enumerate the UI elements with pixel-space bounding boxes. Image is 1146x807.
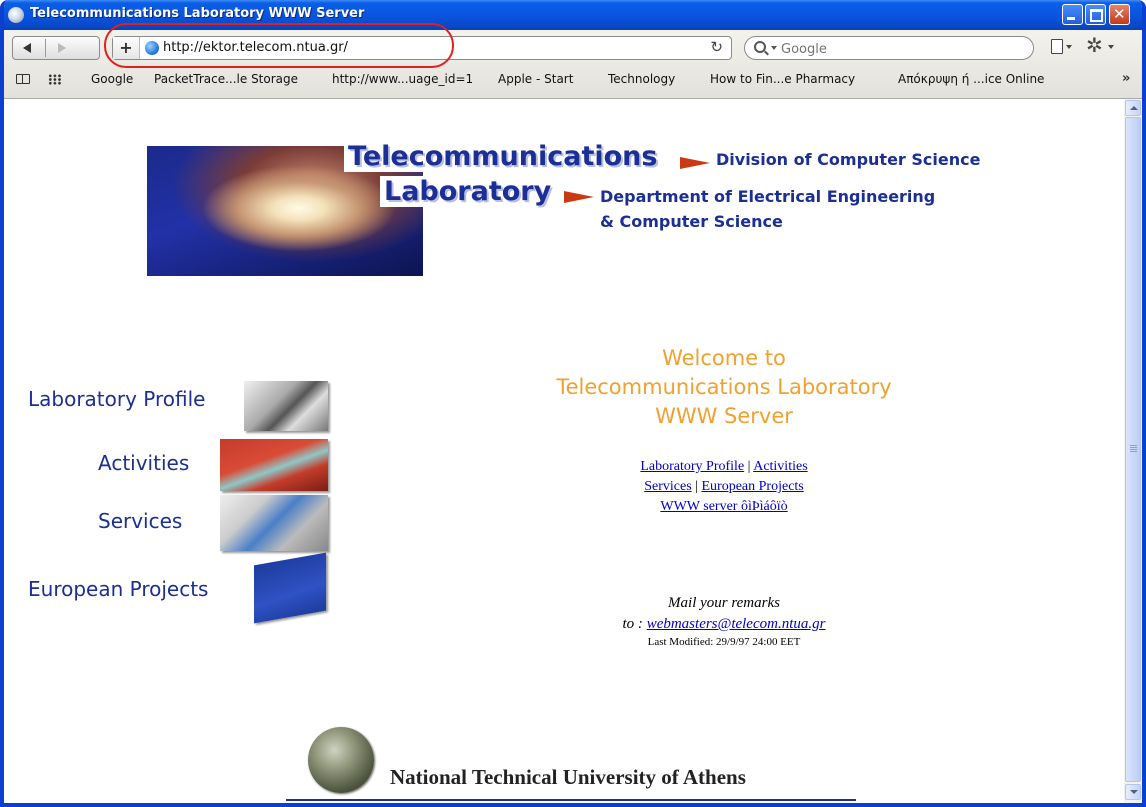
- link-laboratory-profile[interactable]: Laboratory Profile: [640, 459, 744, 474]
- maximize-button[interactable]: [1085, 4, 1106, 25]
- bookmark-item[interactable]: Technology: [608, 72, 675, 86]
- nav-button-group: [12, 36, 100, 60]
- scroll-down-button[interactable]: [1125, 784, 1141, 800]
- mail-line1: Mail your remarks: [668, 595, 780, 611]
- search-input[interactable]: [779, 39, 1023, 59]
- forward-button[interactable]: [58, 43, 66, 53]
- bookmark-item[interactable]: How to Fin...e Pharmacy: [710, 72, 855, 86]
- scrollbar-grip-icon: [1130, 445, 1137, 453]
- title-bar: Telecommunications Laboratory WWW Server…: [4, 0, 1142, 30]
- url-text[interactable]: http://ektor.telecom.ntua.gr/: [163, 40, 348, 55]
- mail-prefix: to :: [622, 616, 647, 632]
- nav-european-projects[interactable]: European Projects: [28, 577, 208, 601]
- minimize-button[interactable]: [1062, 4, 1083, 25]
- back-button[interactable]: [23, 43, 31, 53]
- activities-image[interactable]: [220, 439, 328, 491]
- bookmark-item[interactable]: Google: [91, 72, 133, 86]
- eu-flag-image[interactable]: [254, 552, 326, 624]
- bookmarks-overflow-button[interactable]: »: [1122, 71, 1130, 86]
- link-activities[interactable]: Activities: [753, 459, 807, 474]
- scroll-up-button[interactable]: [1125, 100, 1141, 116]
- bookmark-item[interactable]: http://www...uage_id=1: [332, 72, 473, 86]
- globe-icon: [145, 41, 159, 55]
- top-sites-icon[interactable]: [48, 74, 62, 85]
- nav-laboratory-profile[interactable]: Laboratory Profile: [28, 387, 206, 411]
- nav-separator: [45, 39, 46, 57]
- minimize-icon: [1067, 17, 1075, 20]
- arrow-icon: [564, 191, 594, 203]
- scrollbar-thumb[interactable]: [1125, 117, 1141, 782]
- laboratory-profile-image[interactable]: [244, 381, 328, 431]
- gear-icon[interactable]: ✲: [1086, 35, 1103, 55]
- welcome-line3: WWW Server: [655, 404, 793, 428]
- close-button[interactable]: ✕: [1109, 4, 1130, 25]
- university-seal-icon: [308, 727, 374, 793]
- vertical-scrollbar[interactable]: [1124, 99, 1142, 803]
- department-label-line1: Department of Electrical Engineering: [600, 187, 936, 206]
- division-label: Division of Computer Science: [716, 150, 981, 169]
- maximize-icon: [1090, 9, 1103, 22]
- nav-activities[interactable]: Activities: [98, 451, 189, 475]
- search-engine-dropdown-icon[interactable]: [771, 46, 777, 50]
- nav-services[interactable]: Services: [98, 509, 182, 533]
- link-services[interactable]: Services: [644, 479, 691, 494]
- banner-title-line2: Laboratory: [380, 176, 556, 207]
- search-box[interactable]: [744, 36, 1034, 60]
- mail-link[interactable]: webmasters@telecom.ntua.gr: [647, 616, 826, 632]
- welcome-line2: Telecommunications Laboratory: [556, 375, 892, 399]
- add-bookmark-button[interactable]: +: [113, 37, 140, 59]
- bookmarks-bar: Google PacketTrace...le Storage http://w…: [4, 68, 1142, 94]
- page-menu-dropdown-icon[interactable]: [1066, 45, 1072, 49]
- banner-title-line1: Telecommunications: [344, 141, 662, 172]
- address-bar[interactable]: + http://ektor.telecom.ntua.gr/ ↻: [112, 36, 732, 60]
- reload-button[interactable]: ↻: [710, 38, 723, 56]
- window-title: Telecommunications Laboratory WWW Server: [30, 6, 365, 21]
- link-separator: |: [695, 479, 698, 494]
- mail-remarks: Mail your remarks to : webmasters@teleco…: [524, 593, 924, 635]
- department-label-line2: & Computer Science: [600, 212, 783, 231]
- safari-app-icon: [8, 7, 24, 23]
- university-name: National Technical University of Athens: [390, 765, 746, 789]
- close-icon: ✕: [1113, 5, 1126, 23]
- link-european-projects[interactable]: European Projects: [702, 479, 804, 494]
- arrow-icon: [680, 157, 710, 169]
- welcome-heading: Welcome to Telecommunications Laboratory…: [504, 344, 944, 431]
- welcome-line1: Welcome to: [662, 346, 786, 370]
- page-menu-icon[interactable]: [1051, 39, 1063, 54]
- page-content: Telecommunications Laboratory Division o…: [4, 99, 1124, 803]
- link-separator: |: [747, 459, 751, 474]
- last-modified-text: Last Modified: 29/9/97 24:00 EET: [647, 636, 801, 648]
- browser-toolbar: + http://ektor.telecom.ntua.gr/ ↻ ✲ Goog…: [4, 30, 1142, 99]
- services-image[interactable]: [220, 495, 328, 551]
- browser-window: Telecommunications Laboratory WWW Server…: [0, 0, 1146, 807]
- text-links: Laboratory Profile | Activities Services…: [524, 457, 924, 517]
- bookmark-item[interactable]: Απόκρυψη ή ...ice Online: [898, 72, 1044, 86]
- link-www-server[interactable]: WWW server ôìÞìáôïò: [660, 499, 787, 514]
- search-icon: [754, 41, 766, 53]
- gear-dropdown-icon[interactable]: [1108, 45, 1114, 49]
- show-bookmarks-icon[interactable]: [16, 74, 30, 84]
- bookmark-item[interactable]: Apple - Start: [498, 72, 573, 86]
- bookmark-item[interactable]: PacketTrace...le Storage: [154, 72, 298, 86]
- footer-divider: [286, 799, 856, 801]
